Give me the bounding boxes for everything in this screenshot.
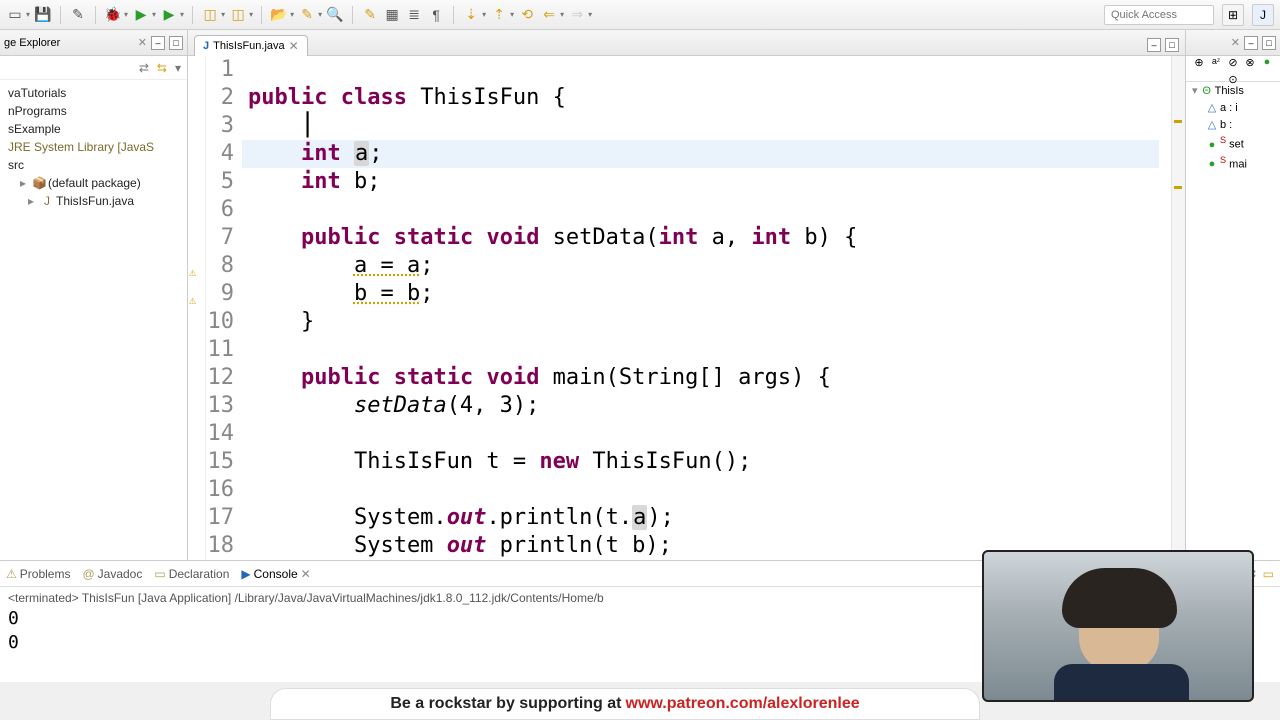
tab-close-icon[interactable]: ✕	[289, 39, 299, 53]
outline-root[interactable]: ▾ ΘThisIs	[1186, 82, 1280, 99]
tree-item[interactable]: ▸📦(default package)	[0, 174, 187, 192]
webcam-overlay	[982, 550, 1254, 702]
editor-maximize-icon[interactable]: □	[1165, 38, 1179, 52]
toggle-block-icon[interactable]: ▦	[383, 6, 401, 24]
debug-icon[interactable]: 🐞	[104, 6, 122, 24]
explorer-close-icon[interactable]: ✕	[138, 36, 147, 49]
link-editor-icon[interactable]: ⇆	[157, 61, 167, 75]
save-icon[interactable]: 💾	[34, 6, 52, 24]
outline-minimize-icon[interactable]: –	[1244, 36, 1258, 50]
collapse-all-icon[interactable]: ⇄	[139, 61, 149, 75]
open-perspective-icon[interactable]: ⊞	[1222, 4, 1244, 26]
new-icon[interactable]: ▭	[6, 6, 24, 24]
banner-text: Be a rockstar by supporting at	[390, 695, 621, 713]
sort-icon[interactable]: ⊕	[1192, 56, 1206, 70]
editor-minimize-icon[interactable]: –	[1147, 38, 1161, 52]
last-edit-icon[interactable]: ⟲	[518, 6, 536, 24]
toggle-mark-icon[interactable]: ✎	[361, 6, 379, 24]
tree-item[interactable]: JRE System Library [JavaS	[0, 138, 187, 156]
prev-ann-icon[interactable]: ⇡	[490, 6, 508, 24]
console-tab-problems[interactable]: ⚠Problems	[6, 567, 70, 581]
open-task-icon[interactable]: ✎	[298, 6, 316, 24]
hide-static-icon[interactable]: ⊗	[1243, 56, 1257, 70]
package-explorer: ge Explorer ✕ – □ ⇄ ⇆ ▾ vaTutorialsnProg…	[0, 30, 188, 560]
back-icon[interactable]: ⇐	[540, 6, 558, 24]
outline-item[interactable]: △a : i	[1186, 99, 1280, 116]
hide-fields-icon[interactable]: ⊘	[1226, 56, 1240, 70]
outline-close-icon[interactable]: ✕	[1231, 36, 1240, 49]
console-tab-javadoc[interactable]: @Javadoc	[82, 567, 142, 581]
main-toolbar: ▭▾ 💾 ✎ 🐞▾ ▶▾ ▶▾ ◫▾ ◫▾ 📂▾ ✎▾ 🔍 ✎ ▦ ≣ ¶ ⇣▾…	[0, 0, 1280, 30]
support-banner: Be a rockstar by supporting at www.patre…	[270, 688, 980, 720]
toggle-ws-icon[interactable]: ≣	[405, 6, 423, 24]
tree-item[interactable]: ▸JThisIsFun.java	[0, 192, 187, 210]
forward-icon[interactable]: ⇒	[568, 6, 586, 24]
outline-pane: ✕ – □ ⊕ aᶻ ⊘ ⊗ ● ⊙ ▾ ΘThisIs△a : i△b :●S…	[1186, 30, 1280, 560]
java-file-icon: J	[203, 40, 209, 52]
tree-item[interactable]: nPrograms	[0, 102, 187, 120]
code-editor[interactable]: ⚠⚠ 123456789101112131415161718 public cl…	[188, 56, 1185, 560]
run-icon[interactable]: ▶	[132, 6, 150, 24]
outline-maximize-icon[interactable]: □	[1262, 36, 1276, 50]
az-icon[interactable]: aᶻ	[1209, 56, 1223, 70]
console-menu-icon[interactable]: ▭	[1263, 567, 1274, 581]
search-icon[interactable]: 🔍	[326, 6, 344, 24]
view-menu-icon[interactable]: ▾	[175, 61, 181, 75]
explorer-maximize-icon[interactable]: □	[169, 36, 183, 50]
tree-item[interactable]: vaTutorials	[0, 84, 187, 102]
outline-item[interactable]: ●S set	[1186, 133, 1280, 153]
quick-access-input[interactable]	[1104, 5, 1214, 25]
console-tab-console[interactable]: ▶Console ✕	[241, 567, 310, 581]
tree-item[interactable]: sExample	[0, 120, 187, 138]
hide-nonpublic-icon[interactable]: ●	[1260, 56, 1274, 70]
editor-tab[interactable]: J ThisIsFun.java ✕	[194, 35, 308, 56]
editor-tab-label: ThisIsFun.java	[213, 40, 285, 52]
outline-item[interactable]: △b :	[1186, 116, 1280, 133]
next-ann-icon[interactable]: ⇣	[462, 6, 480, 24]
outline-item[interactable]: ●S mai	[1186, 153, 1280, 173]
pilcrow-icon[interactable]: ¶	[427, 6, 445, 24]
run-ext-icon[interactable]: ▶	[160, 6, 178, 24]
explorer-title: ge Explorer	[4, 37, 134, 49]
explorer-minimize-icon[interactable]: –	[151, 36, 165, 50]
open-type-icon[interactable]: 📂	[270, 6, 288, 24]
tree-item[interactable]: src	[0, 156, 187, 174]
banner-link[interactable]: www.patreon.com/alexlorenlee	[626, 695, 860, 713]
java-perspective-icon[interactable]: J	[1252, 4, 1274, 26]
console-tab-declaration[interactable]: ▭Declaration	[154, 567, 229, 581]
wand-icon[interactable]: ✎	[69, 6, 87, 24]
new-package-icon[interactable]: ◫	[229, 6, 247, 24]
new-class-icon[interactable]: ◫	[201, 6, 219, 24]
editor-pane: J ThisIsFun.java ✕ – □ ⚠⚠ 12345678910111…	[188, 30, 1186, 560]
